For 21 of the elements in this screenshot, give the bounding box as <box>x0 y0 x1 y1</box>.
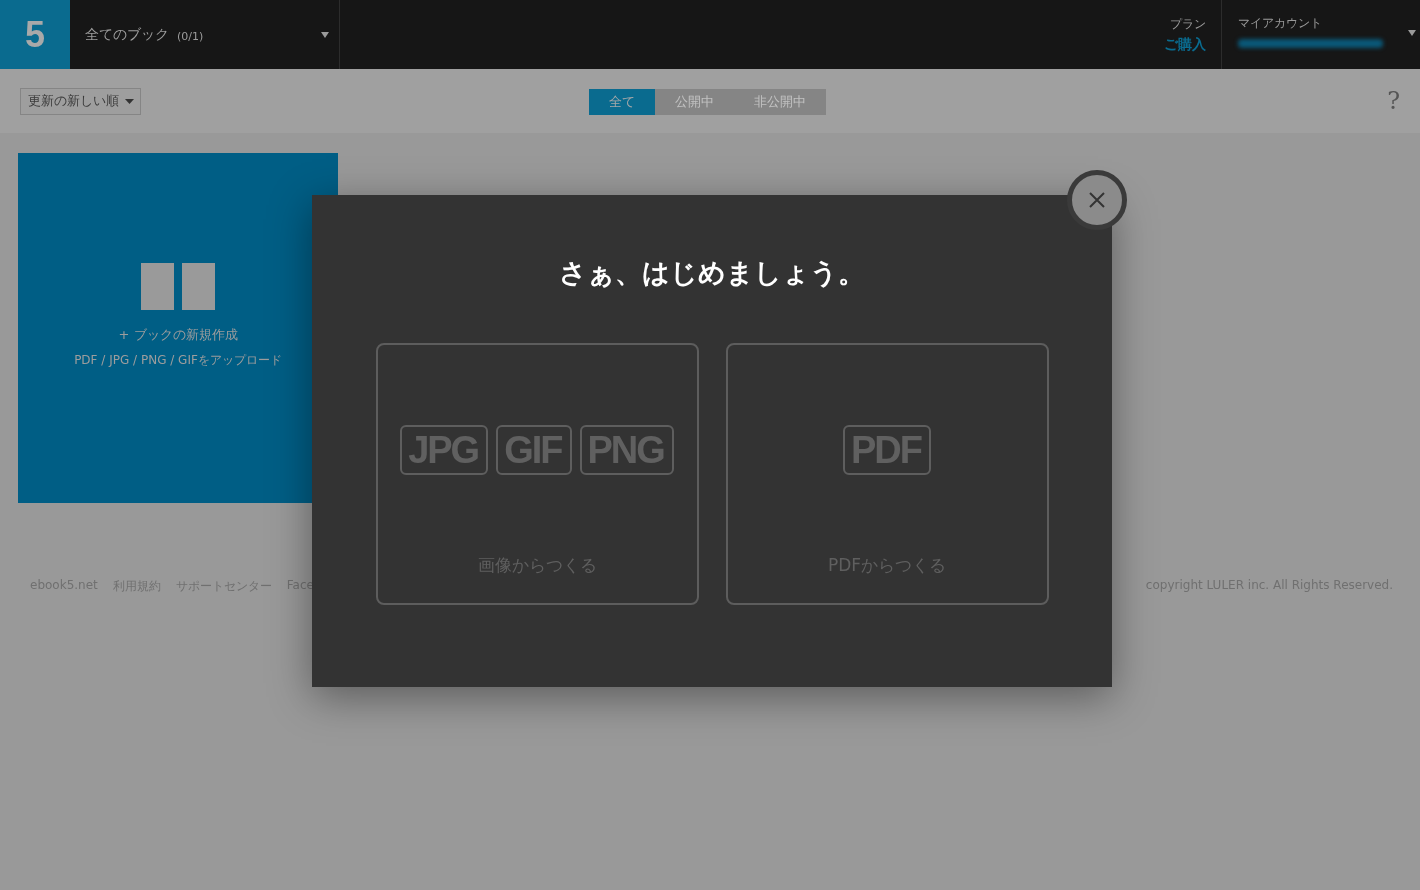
close-icon <box>1089 192 1105 208</box>
filter-tab[interactable]: 非公開中 <box>734 89 826 115</box>
new-book-title: + ブックの新規作成 <box>118 326 238 344</box>
purchase-link[interactable]: ご購入 <box>1164 35 1206 54</box>
filter-tab[interactable]: 全て <box>589 89 655 115</box>
account-menu[interactable]: マイアカウント <box>1222 0 1420 69</box>
plan-label: プラン <box>1170 15 1206 33</box>
book-filter-label: 全てのブック <box>85 25 169 44</box>
caret-icon <box>1408 30 1416 36</box>
logo[interactable]: 5 <box>0 0 70 69</box>
upload-hint: PDF / JPG / PNG / GIFをアップロード <box>74 352 282 369</box>
book-count: (0/1) <box>177 29 205 43</box>
sort-dropdown[interactable]: 更新の新しい順 <box>20 87 141 115</box>
account-label: マイアカウント <box>1238 15 1323 32</box>
book-icon <box>141 263 215 310</box>
caret-icon <box>321 31 329 38</box>
help-button[interactable]: ? <box>1387 87 1400 115</box>
filter-tab[interactable]: 公開中 <box>655 89 734 115</box>
caret-icon <box>125 98 134 104</box>
new-book-tile[interactable]: + ブックの新規作成 PDF / JPG / PNG / GIFをアップロード <box>18 153 338 503</box>
dialog-title: さぁ、はじめましょう。 <box>559 256 865 290</box>
